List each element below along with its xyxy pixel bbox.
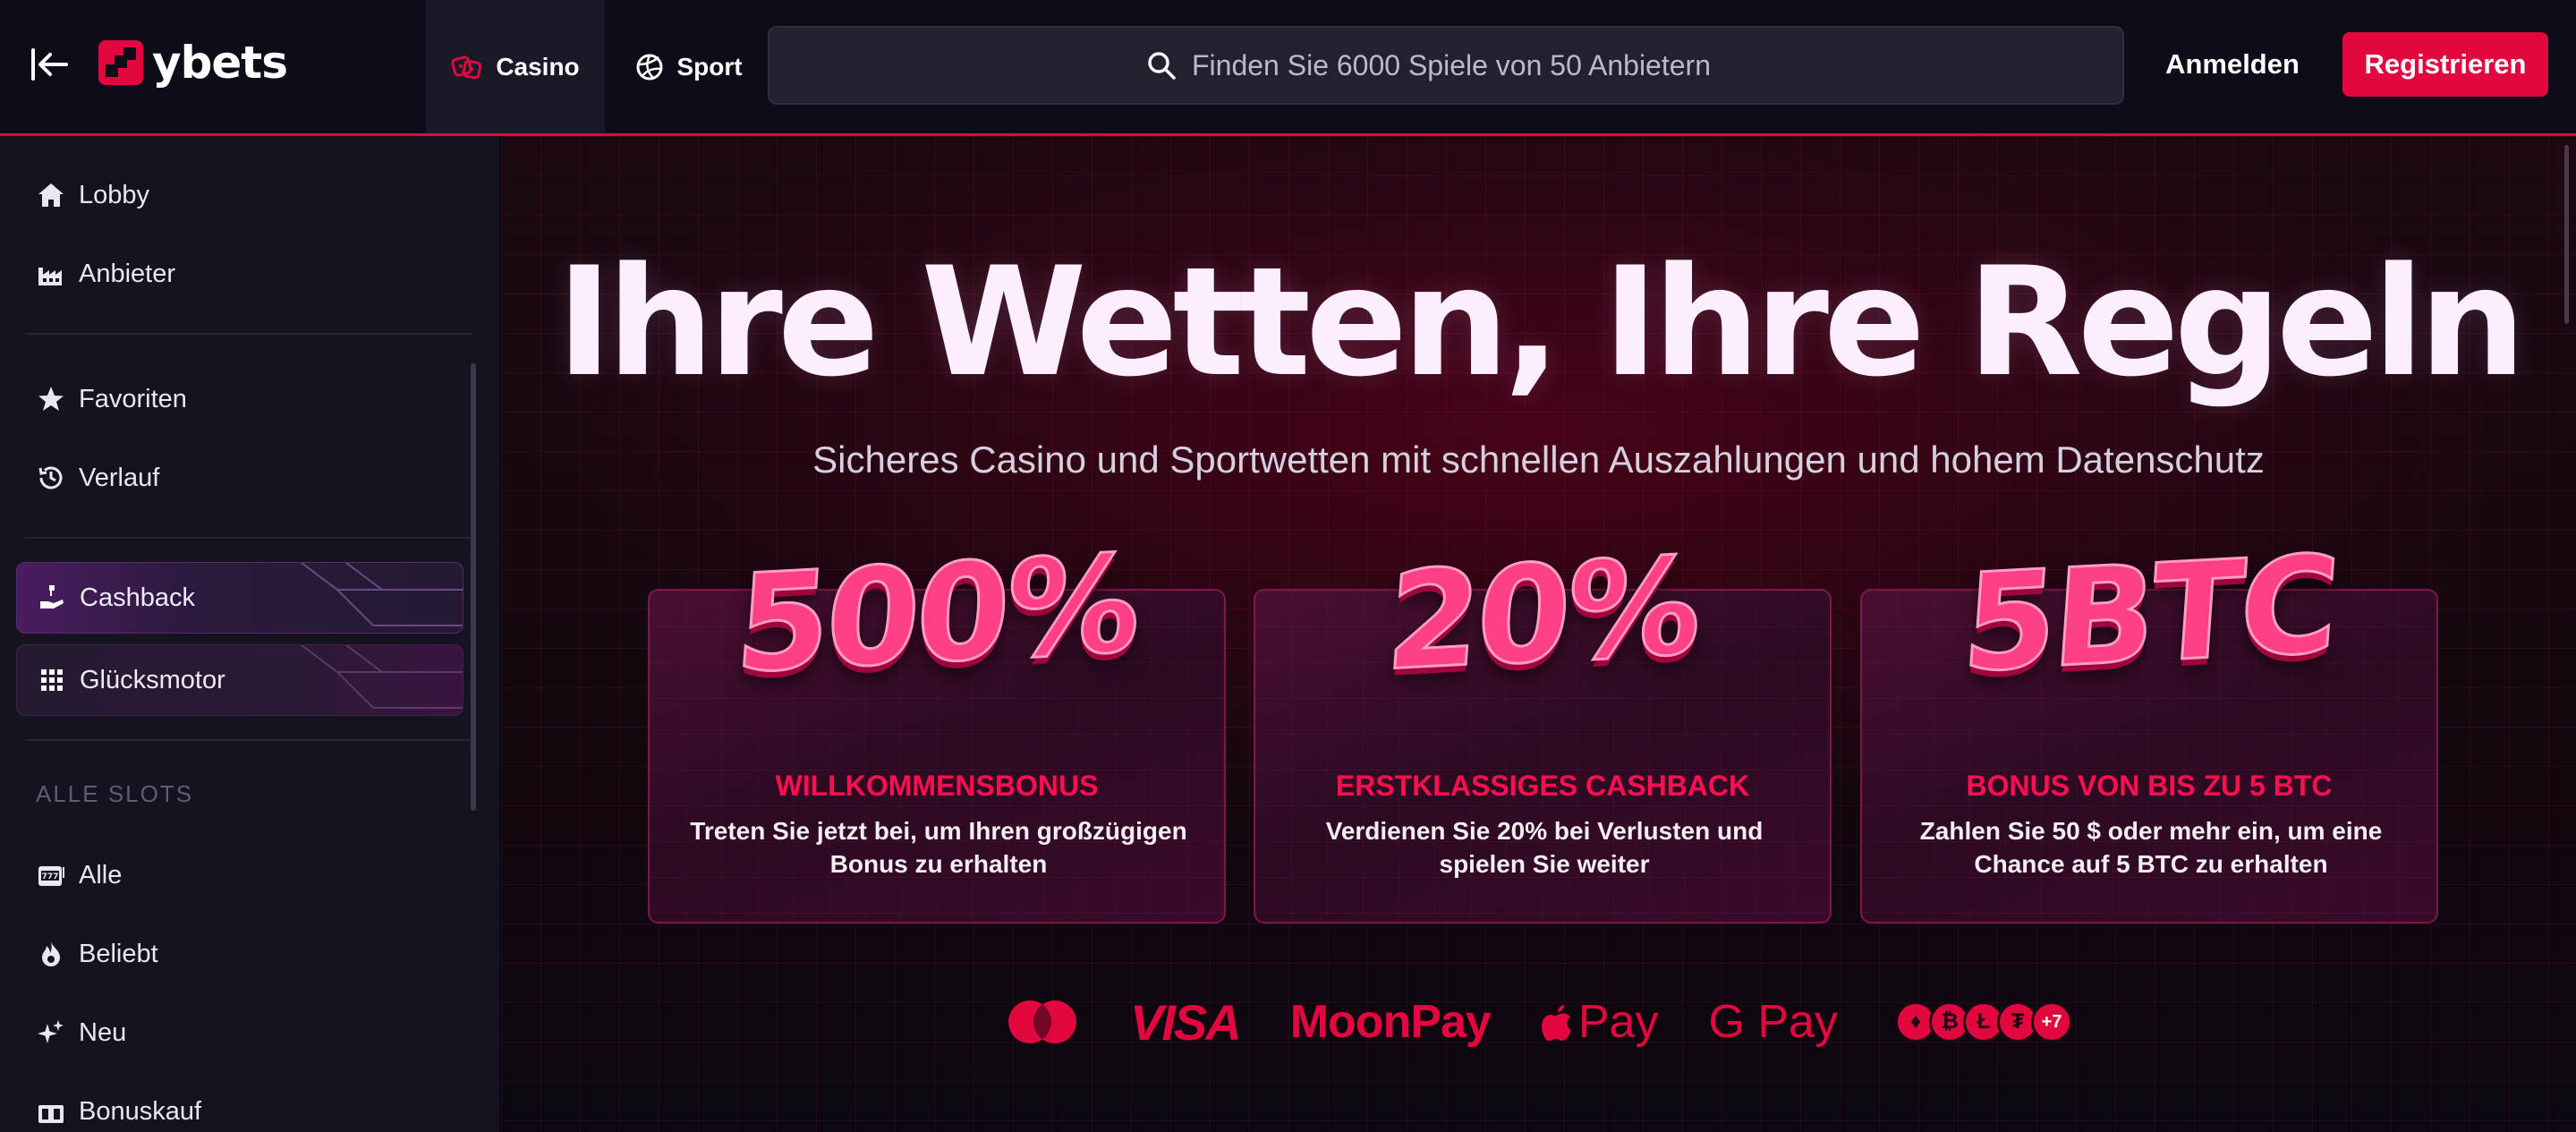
sidebar-item-neu[interactable]: Neu — [18, 999, 465, 1067]
sidebar-item-label: Lobby — [79, 180, 150, 209]
gift-box-icon — [36, 1096, 66, 1127]
sidebar-divider — [25, 333, 472, 335]
svg-text:777: 777 — [42, 872, 59, 881]
decorative-lines — [301, 645, 463, 709]
sidebar-promo-label: Cashback — [80, 583, 195, 612]
promo-card-welcome[interactable]: 500% WILLKOMMENSBONUS Treten Sie jetzt b… — [648, 525, 1226, 923]
sidebar-scrollbar[interactable] — [471, 363, 476, 811]
sidebar-item-alle[interactable]: 777 Alle — [18, 841, 465, 909]
sidebar-item-label: Bonuskauf — [79, 1096, 202, 1126]
promo-card-description: Verdienen Sie 20% bei Verlusten und spie… — [1325, 817, 1764, 878]
promo-card-title: ERSTKLASSIGES CASHBACK — [1335, 770, 1750, 802]
cashback-hand-icon — [37, 583, 67, 613]
fire-icon — [36, 939, 66, 969]
apple-icon — [1541, 1005, 1571, 1041]
sidebar-promo-gluecksmotor[interactable]: Glücksmotor — [16, 644, 463, 716]
sidebar-item-beliebt[interactable]: Beliebt — [18, 920, 465, 988]
promo-card-title: WILLKOMMENSBONUS — [775, 770, 1099, 802]
sidebar-promo-cashback[interactable]: Cashback — [16, 562, 463, 634]
promo-card-description: Treten Sie jetzt bei, um Ihren großzügig… — [690, 817, 1187, 878]
section-label-alle-slots: ALLE SLOTS — [36, 780, 194, 807]
google-pay-logo: G Pay — [1708, 996, 1838, 1048]
promo-card-big-text: 20% — [1381, 527, 1705, 702]
sidebar-item-lobby[interactable]: Lobby — [18, 161, 465, 229]
sidebar-item-bonuskauf[interactable]: Bonuskauf — [18, 1077, 465, 1132]
sidebar-item-label: Neu — [79, 1017, 127, 1047]
top-header: ybets Casino Sport Anmelden Registrieren — [0, 0, 2576, 136]
promo-card-btc[interactable]: 5BTC BONUS VON BIS ZU 5 BTC Zahlen Sie 5… — [1860, 526, 2438, 923]
promo-card-description: Zahlen Sie 50 $ oder mehr ein, um eine C… — [1919, 817, 2383, 878]
more-coins-badge: +7 — [2030, 1001, 2072, 1043]
search-input[interactable] — [1192, 48, 1747, 82]
history-icon — [36, 463, 66, 493]
promo-card-big-text: 500% — [730, 525, 1144, 704]
sidebar-item-label: Alle — [79, 860, 123, 889]
sidebar: Lobby Anbieter Favoriten Verlauf Cashbac… — [0, 136, 499, 1132]
volleyball-icon — [636, 54, 663, 80]
tab-casino-label: Casino — [496, 52, 580, 81]
sidebar-item-label: Favoriten — [79, 384, 187, 413]
home-icon — [36, 180, 66, 210]
register-button[interactable]: Registrieren — [2342, 32, 2548, 97]
logo-text: ybets — [152, 37, 288, 89]
tab-sport-label: Sport — [676, 52, 743, 81]
apple-pay-text: Pay — [1577, 996, 1659, 1048]
crypto-coins: ♦ ₿ Ł ₮ +7 — [1894, 1001, 2072, 1043]
sidebar-divider — [25, 739, 472, 741]
search-bar[interactable] — [768, 26, 2124, 105]
sidebar-item-label: Anbieter — [79, 259, 176, 288]
tab-casino[interactable]: Casino — [426, 0, 605, 133]
dice-icon — [451, 55, 482, 79]
sidebar-item-anbieter[interactable]: Anbieter — [18, 240, 465, 308]
logo[interactable]: ybets — [98, 36, 288, 89]
apple-pay-logo: Pay — [1541, 995, 1659, 1049]
sidebar-divider — [25, 537, 472, 539]
login-button[interactable]: Anmelden — [2156, 36, 2308, 93]
sidebar-item-verlauf[interactable]: Verlauf — [18, 444, 465, 512]
sidebar-item-label: Verlauf — [79, 463, 160, 492]
star-icon — [36, 384, 66, 414]
grid-icon — [37, 665, 67, 695]
mastercard-icon — [1005, 999, 1080, 1045]
sidebar-promo-label: Glücksmotor — [80, 665, 225, 694]
promo-card-cashback[interactable]: 20% ERSTKLASSIGES CASHBACK Verdienen Sie… — [1254, 527, 1832, 923]
sidebar-item-favoriten[interactable]: Favoriten — [18, 365, 465, 433]
sparkle-icon — [36, 1017, 66, 1048]
decorative-lines — [301, 563, 463, 626]
logo-icon — [98, 40, 143, 85]
tab-sport[interactable]: Sport — [626, 0, 752, 133]
search-icon — [1148, 52, 1176, 80]
moonpay-logo: MoonPay — [1289, 996, 1492, 1048]
main-content: Ihre Wetten, Ihre Regeln Sicheres Casino… — [501, 136, 2576, 1132]
collapse-sidebar-icon[interactable] — [27, 41, 73, 88]
visa-logo: VISA — [1130, 993, 1242, 1051]
factory-icon — [36, 259, 66, 289]
promo-card-title: BONUS VON BIS ZU 5 BTC — [1966, 770, 2333, 802]
sidebar-item-label: Beliebt — [79, 939, 158, 968]
hero-subtitle: Sicheres Casino und Sportwetten mit schn… — [812, 438, 2265, 481]
slot-machine-icon: 777 — [36, 860, 66, 890]
promo-card-big-text: 5BTC — [1957, 526, 2342, 704]
payment-methods: VISA MoonPay Pay G Pay ♦ ₿ Ł ₮ +7 — [501, 986, 2576, 1058]
hero-title: Ihre Wetten, Ihre Regeln — [556, 234, 2526, 410]
